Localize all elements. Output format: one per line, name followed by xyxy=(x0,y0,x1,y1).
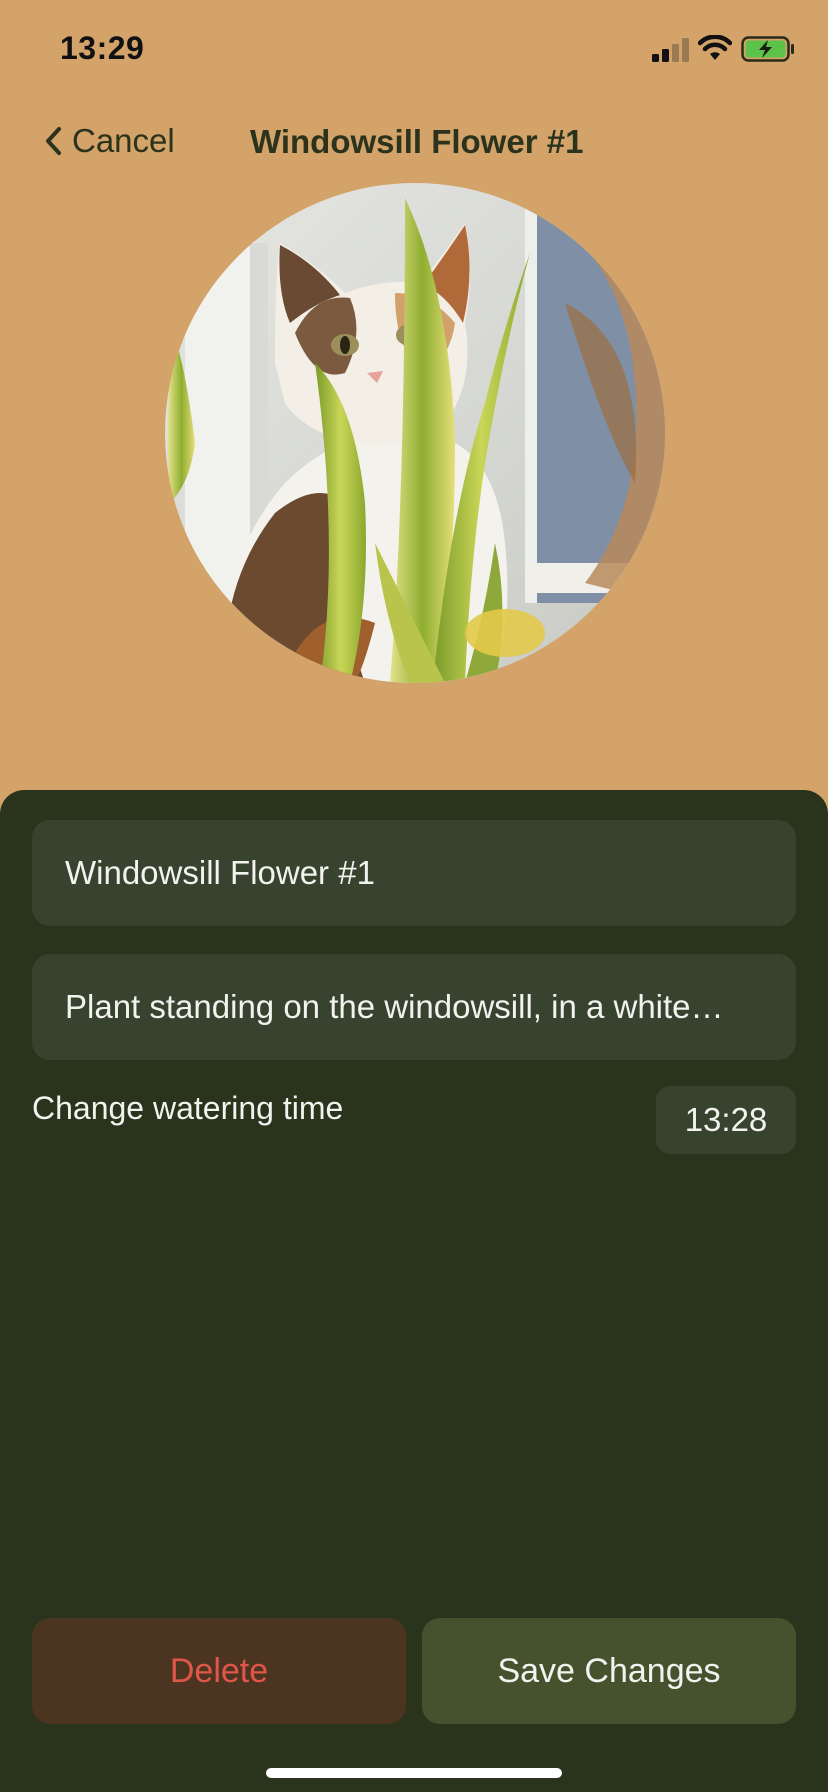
chevron-left-icon xyxy=(46,127,61,155)
navigation-bar: Cancel Windowsill Flower #1 xyxy=(0,115,828,165)
save-changes-button[interactable]: Save Changes xyxy=(422,1618,796,1724)
cancel-button[interactable]: Cancel xyxy=(44,121,175,161)
name-field[interactable]: Windowsill Flower #1 xyxy=(32,820,796,926)
home-indicator xyxy=(266,1768,562,1778)
edit-sheet: Windowsill Flower #1 Plant standing on t… xyxy=(0,790,828,1792)
page-title: Windowsill Flower #1 xyxy=(250,123,584,160)
description-field[interactable]: Plant standing on the windowsill, in a w… xyxy=(32,954,796,1060)
plant-photo[interactable] xyxy=(165,183,665,683)
status-time: 13:29 xyxy=(60,30,145,66)
cancel-label: Cancel xyxy=(72,122,175,159)
wifi-icon xyxy=(698,35,732,60)
signal-icon xyxy=(652,38,689,62)
watering-time-picker[interactable]: 13:28 xyxy=(656,1086,796,1154)
watering-time-label: Change watering time xyxy=(32,1090,344,1126)
plant-photo-image xyxy=(165,183,665,683)
status-bar: 13:29 xyxy=(0,0,828,100)
delete-button[interactable]: Delete xyxy=(32,1618,406,1724)
battery-charging-icon xyxy=(741,36,794,62)
